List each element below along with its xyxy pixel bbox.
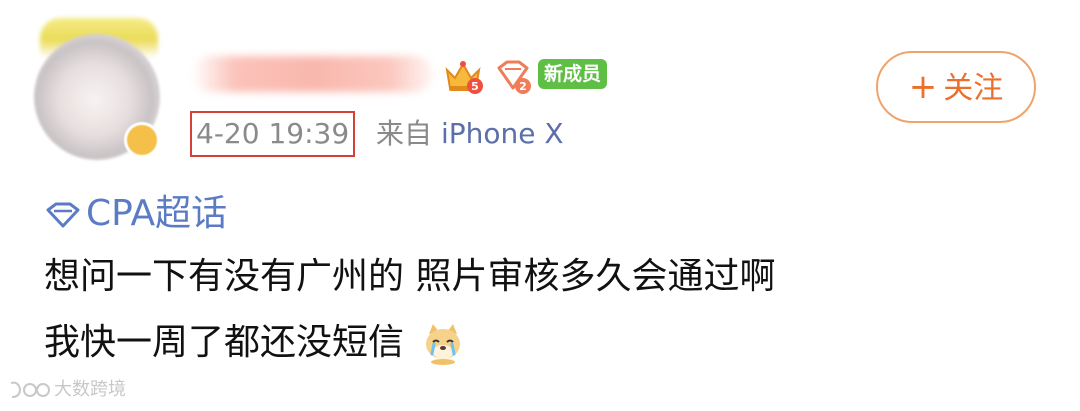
watermark-logo-icon bbox=[10, 381, 50, 398]
verified-badge-icon bbox=[124, 122, 160, 158]
diamond-level-icon: 2 bbox=[493, 56, 533, 100]
post-content-line-2: 我快一周了都还没短信 bbox=[44, 318, 465, 368]
post-meta: 4-20 19:39 来自 iPhone X bbox=[190, 110, 564, 158]
super-topic-link[interactable]: CPA超话 bbox=[44, 190, 227, 238]
plus-icon: + bbox=[908, 67, 938, 107]
username[interactable] bbox=[192, 56, 432, 92]
svg-text:2: 2 bbox=[519, 80, 527, 93]
follow-button[interactable]: + 关注 bbox=[876, 51, 1036, 123]
super-topic-icon bbox=[46, 202, 80, 228]
crown-level-icon: 5 bbox=[441, 56, 485, 100]
device-label[interactable]: iPhone X bbox=[441, 117, 564, 150]
follow-label: 关注 bbox=[943, 71, 1004, 106]
source-label: 来自 bbox=[376, 117, 433, 150]
post-content-text: 我快一周了都还没短信 bbox=[44, 322, 405, 363]
post-timestamp: 4-20 19:39 bbox=[190, 111, 356, 157]
new-member-badge: 新成员 bbox=[538, 59, 608, 89]
svg-text:5: 5 bbox=[471, 80, 479, 93]
watermark: 大数跨境 bbox=[8, 376, 126, 404]
super-topic-label: CPA超话 bbox=[86, 193, 228, 234]
crying-dog-emoji-icon bbox=[426, 324, 461, 365]
watermark-text: 大数跨境 bbox=[54, 379, 126, 400]
post-content-line-1: 想问一下有没有广州的 照片审核多久会通过啊 bbox=[44, 256, 776, 297]
